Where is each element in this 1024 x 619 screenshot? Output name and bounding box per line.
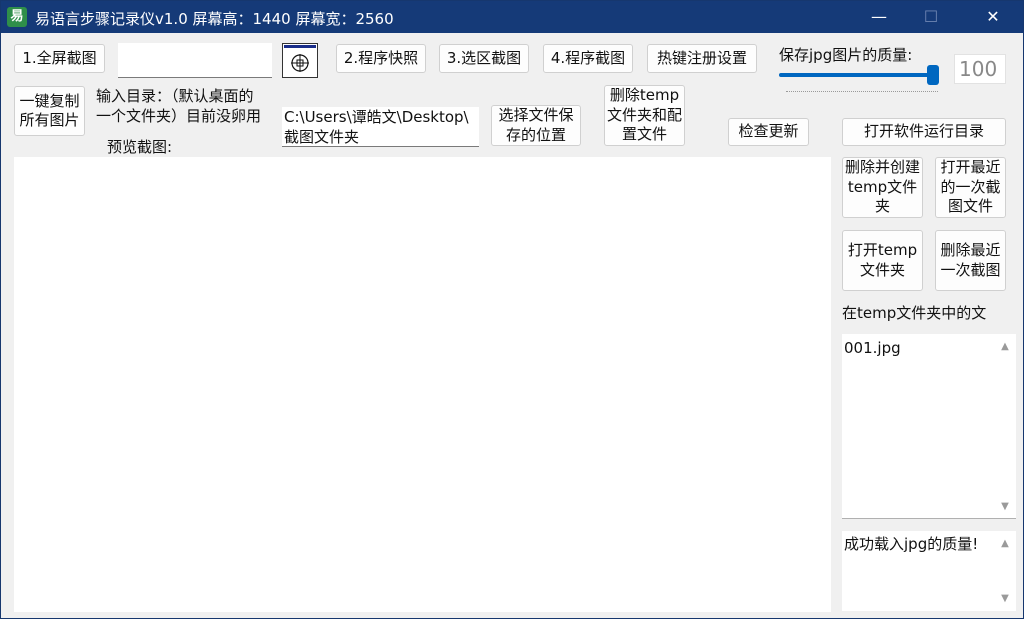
title-bar[interactable]: 易 易语言步骤记录仪v1.0 屏幕高：1440 屏幕宽：2560 — ☐ ✕ bbox=[1, 1, 1023, 33]
jpg-quality-label: 保存jpg图片的质量: bbox=[779, 46, 913, 64]
delete-create-line3: 夹 bbox=[874, 197, 890, 216]
minimize-button[interactable]: — bbox=[855, 1, 903, 33]
open-recent-line1: 打开最近 bbox=[940, 158, 1001, 177]
close-button[interactable]: ✕ bbox=[969, 1, 1017, 33]
input-dir-label-line2: 一个文件夹）目前没卵用 bbox=[96, 107, 262, 125]
app-window: 易 易语言步骤记录仪v1.0 屏幕高：1440 屏幕宽：2560 — ☐ ✕ 1… bbox=[0, 0, 1024, 619]
choose-save-location-button[interactable]: 选择文件保 存的位置 bbox=[491, 105, 581, 146]
delete-create-line1: 删除并创建 bbox=[844, 158, 920, 177]
delete-recent-line1: 删除最近 bbox=[940, 241, 1001, 259]
region-capture-button[interactable]: 3.选区截图 bbox=[439, 44, 529, 73]
choose-save-line1: 选择文件保 bbox=[498, 106, 574, 124]
window-title: 易语言步骤记录仪v1.0 屏幕高：1440 屏幕宽：2560 bbox=[35, 10, 394, 28]
save-path-field[interactable]: C:\Users\谭皓文\Desktop\ 截图文件夹 bbox=[282, 107, 479, 147]
fullscreen-capture-button[interactable]: 1.全屏截图 bbox=[14, 44, 105, 73]
check-update-button[interactable]: 检查更新 bbox=[728, 118, 809, 146]
preview-image-area bbox=[14, 157, 831, 612]
program-snapshot-button[interactable]: 2.程序快照 bbox=[336, 44, 426, 73]
delete-temp-line1: 删除temp bbox=[609, 86, 680, 105]
delete-and-create-temp-button[interactable]: 删除并创建 temp文件 夹 bbox=[842, 157, 923, 218]
copy-all-line1: 一键复制 bbox=[19, 91, 80, 110]
slider-thumb[interactable] bbox=[927, 65, 939, 85]
delete-recent-line2: 一次截图 bbox=[940, 260, 1001, 279]
status-log-text: 成功载入jpg的质量! bbox=[844, 535, 979, 553]
choose-save-line2: 存的位置 bbox=[505, 125, 566, 144]
copy-all-line2: 所有图片 bbox=[19, 111, 80, 129]
open-temp-folder-button[interactable]: 打开temp 文件夹 bbox=[842, 230, 923, 291]
copy-all-images-button[interactable]: 一键复制 所有图片 bbox=[14, 86, 85, 136]
save-path-line1: C:\Users\谭皓文\Desktop\ bbox=[284, 108, 469, 126]
log-scroll-up-icon[interactable]: ▲ bbox=[998, 537, 1012, 551]
open-recent-line2: 的一次截 bbox=[940, 177, 1001, 196]
jpg-quality-slider[interactable] bbox=[779, 65, 939, 85]
delete-recent-capture-button[interactable]: 删除最近 一次截图 bbox=[935, 230, 1006, 291]
delete-create-line2: temp文件 bbox=[847, 177, 918, 196]
open-temp-line1: 打开temp bbox=[847, 241, 918, 259]
hotkey-input[interactable] bbox=[118, 43, 272, 78]
jpg-quality-value[interactable]: 100 bbox=[954, 54, 1006, 84]
open-run-directory-button[interactable]: 打开软件运行目录 bbox=[842, 118, 1006, 146]
list-scroll-up-icon[interactable]: ▲ bbox=[998, 340, 1012, 354]
hotkey-settings-button[interactable]: 热键注册设置 bbox=[647, 44, 757, 73]
target-crosshair-icon[interactable] bbox=[282, 43, 318, 78]
input-dir-label-line1: 输入目录：（默认桌面的 bbox=[96, 87, 254, 105]
list-scroll-down-icon[interactable]: ▼ bbox=[998, 500, 1012, 514]
slider-fill bbox=[779, 73, 939, 77]
open-temp-line2: 文件夹 bbox=[859, 260, 905, 279]
divider bbox=[842, 518, 1016, 519]
program-capture-button[interactable]: 4.程序截图 bbox=[543, 44, 633, 73]
maximize-button[interactable]: ☐ bbox=[907, 1, 955, 33]
temp-file-list[interactable]: 001.jpg ▲ ▼ bbox=[842, 334, 1016, 518]
log-scroll-down-icon[interactable]: ▼ bbox=[998, 592, 1012, 606]
open-recent-line3: 图文件 bbox=[947, 197, 993, 216]
slider-ticks bbox=[786, 91, 938, 94]
preview-label: 预览截图: bbox=[107, 138, 173, 156]
delete-temp-line3: 置文件 bbox=[621, 125, 667, 144]
list-item[interactable]: 001.jpg bbox=[842, 338, 992, 358]
open-recent-capture-button[interactable]: 打开最近 的一次截 图文件 bbox=[935, 157, 1006, 218]
temp-files-label: 在temp文件夹中的文 bbox=[842, 304, 987, 322]
app-logo-icon: 易 bbox=[7, 7, 27, 27]
status-log-box[interactable]: 成功载入jpg的质量! ▲ ▼ bbox=[842, 531, 1016, 611]
delete-temp-and-config-button[interactable]: 删除temp 文件夹和配 置文件 bbox=[604, 85, 685, 146]
save-path-line2: 截图文件夹 bbox=[284, 128, 360, 146]
delete-temp-line2: 文件夹和配 bbox=[606, 105, 682, 124]
